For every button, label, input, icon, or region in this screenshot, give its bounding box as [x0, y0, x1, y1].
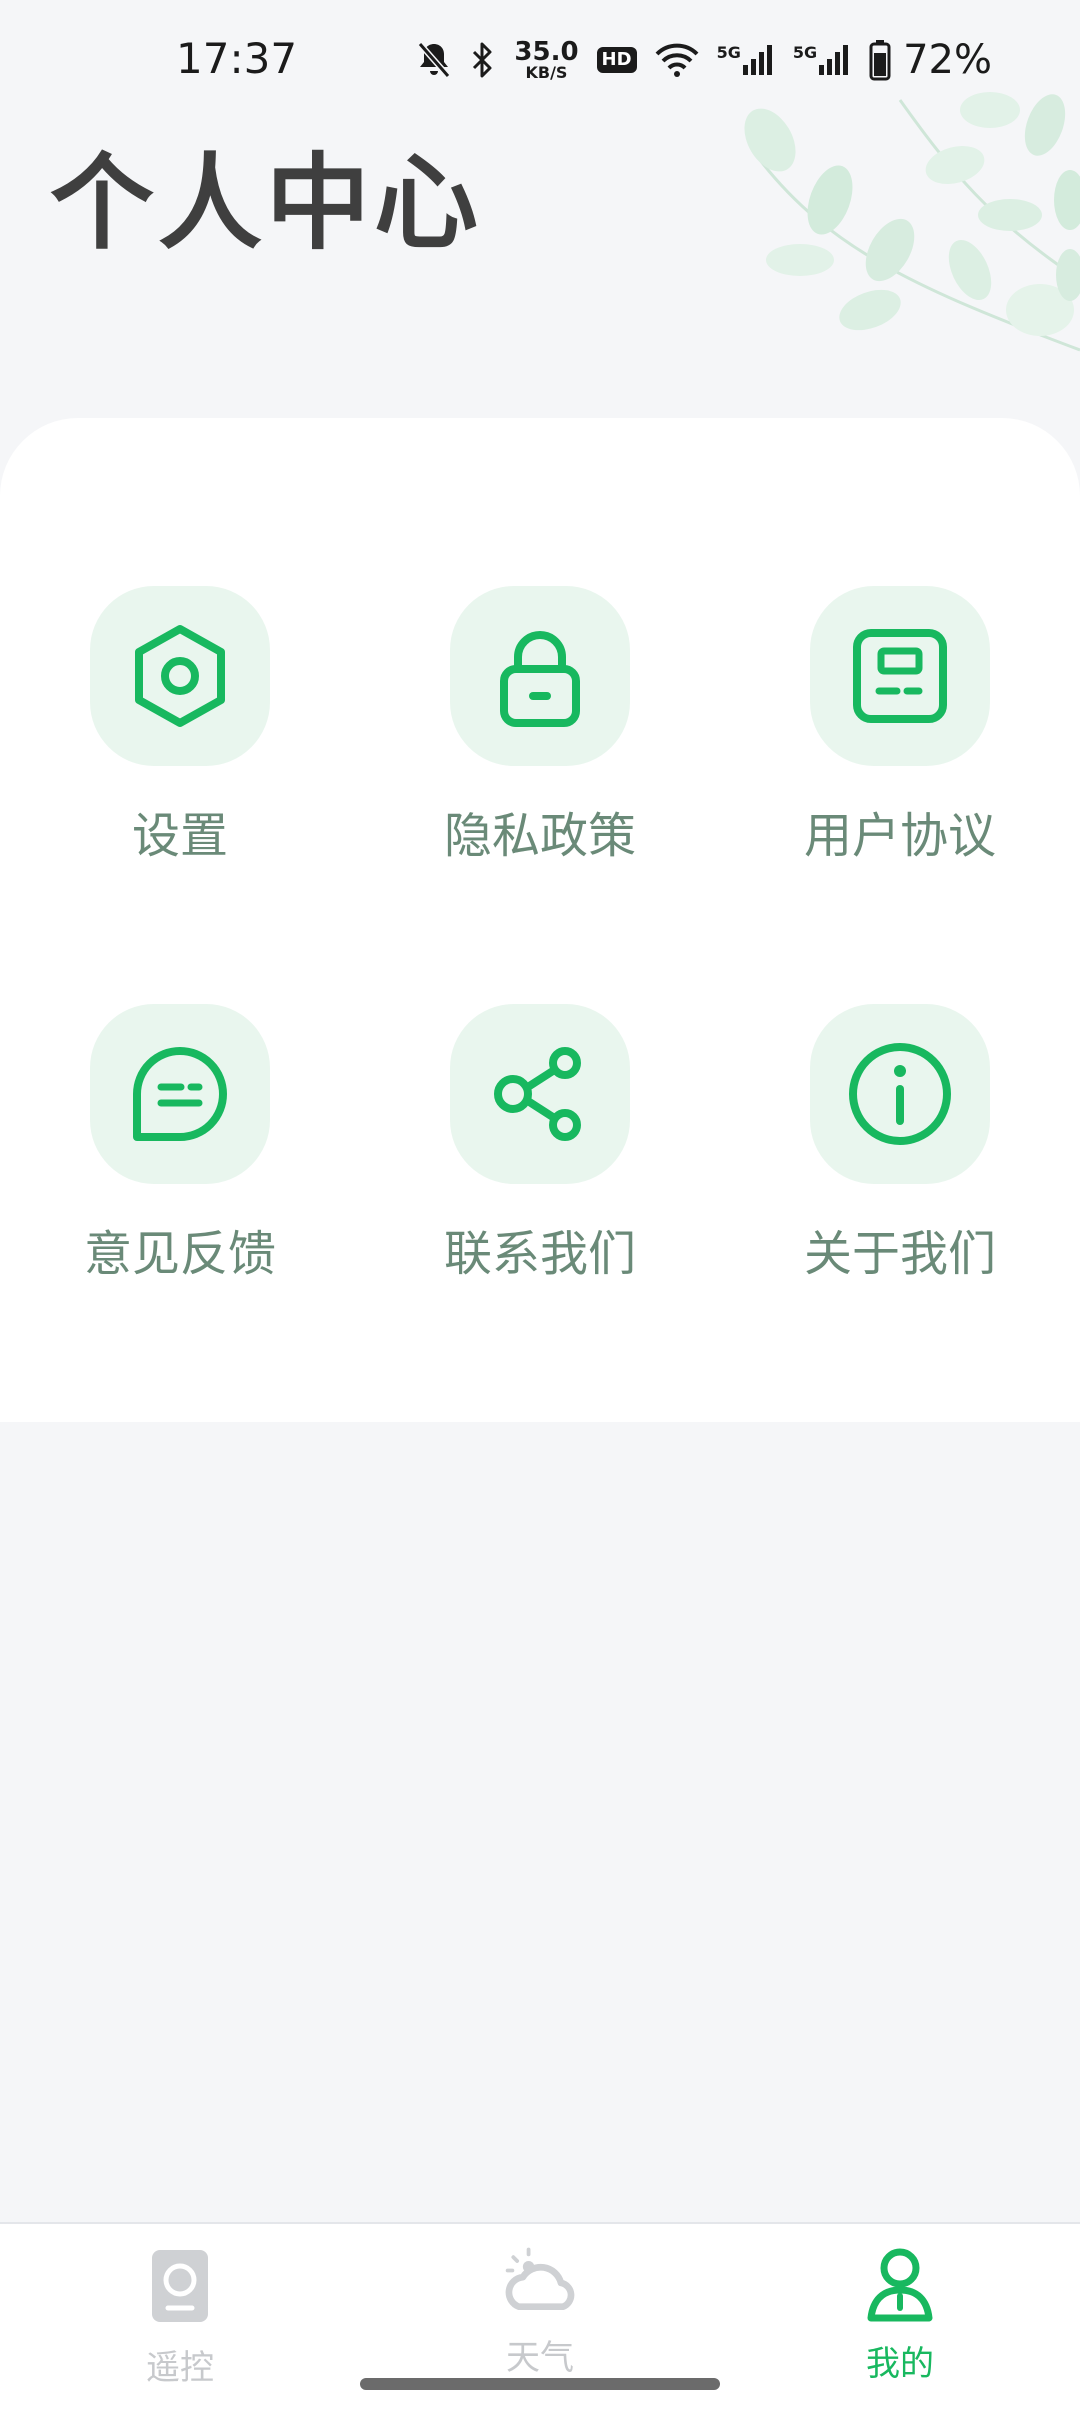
menu-label: 用户协议	[803, 808, 996, 864]
menu-item-feedback[interactable]: 意见反馈	[30, 1004, 330, 1304]
nav-label: 遥控	[146, 2348, 214, 2388]
menu-item-about-us[interactable]: 关于我们	[750, 1004, 1050, 1304]
menu-item-contact-us[interactable]: 联系我们	[390, 1004, 690, 1304]
profile-screen: 17:37 35.0 KB/S HD 5G 5G 72% 个人中心 设置 隐私政…	[0, 0, 1080, 2412]
nav-item-remote[interactable]: 遥控	[0, 2224, 360, 2388]
battery-percent: 72%	[903, 37, 992, 83]
share-icon	[450, 1004, 630, 1184]
leaves-decoration	[740, 80, 1080, 410]
signal1-label: 5G	[716, 43, 741, 62]
nav-item-weather[interactable]: 天气	[360, 2224, 720, 2378]
nav-label: 天气	[506, 2338, 574, 2378]
hd-badge: HD	[596, 47, 637, 73]
home-indicator[interactable]	[360, 2378, 720, 2390]
weather-cloud-icon	[500, 2246, 580, 2316]
document-icon	[810, 586, 990, 766]
profile-icon	[860, 2246, 940, 2322]
menu-item-settings[interactable]: 设置	[30, 586, 330, 886]
settings-hexagon-icon	[90, 586, 270, 766]
bell-muted-icon	[416, 40, 452, 80]
remote-icon	[140, 2246, 220, 2326]
bluetooth-icon	[470, 40, 496, 80]
nav-item-mine[interactable]: 我的	[720, 2224, 1080, 2384]
menu-card: 设置 隐私政策 用户协议 意见反馈 联系我们 关于我们	[0, 418, 1080, 1422]
menu-label: 隐私政策	[443, 808, 636, 864]
menu-item-privacy-policy[interactable]: 隐私政策	[390, 586, 690, 886]
page-title: 个人中心	[50, 142, 483, 264]
battery-icon	[869, 39, 891, 81]
net-speed-unit: KB/S	[525, 63, 568, 82]
cell-signal-icon: 5G	[717, 43, 775, 77]
menu-label: 联系我们	[443, 1226, 636, 1282]
lock-icon	[450, 586, 630, 766]
net-speed: 35.0 KB/S	[514, 39, 578, 81]
menu-label: 设置	[131, 808, 228, 864]
menu-label: 关于我们	[803, 1226, 996, 1282]
status-time: 17:37	[176, 34, 298, 83]
menu-item-user-agreement[interactable]: 用户协议	[750, 586, 1050, 886]
net-speed-value: 35.0	[514, 37, 579, 67]
nav-label: 我的	[866, 2344, 934, 2384]
wifi-icon	[655, 42, 699, 78]
chat-bubble-icon	[90, 1004, 270, 1184]
cell-signal-icon-2: 5G	[793, 43, 851, 77]
signal2-label: 5G	[792, 43, 818, 62]
menu-label: 意见反馈	[83, 1226, 276, 1282]
info-icon	[810, 1004, 990, 1184]
